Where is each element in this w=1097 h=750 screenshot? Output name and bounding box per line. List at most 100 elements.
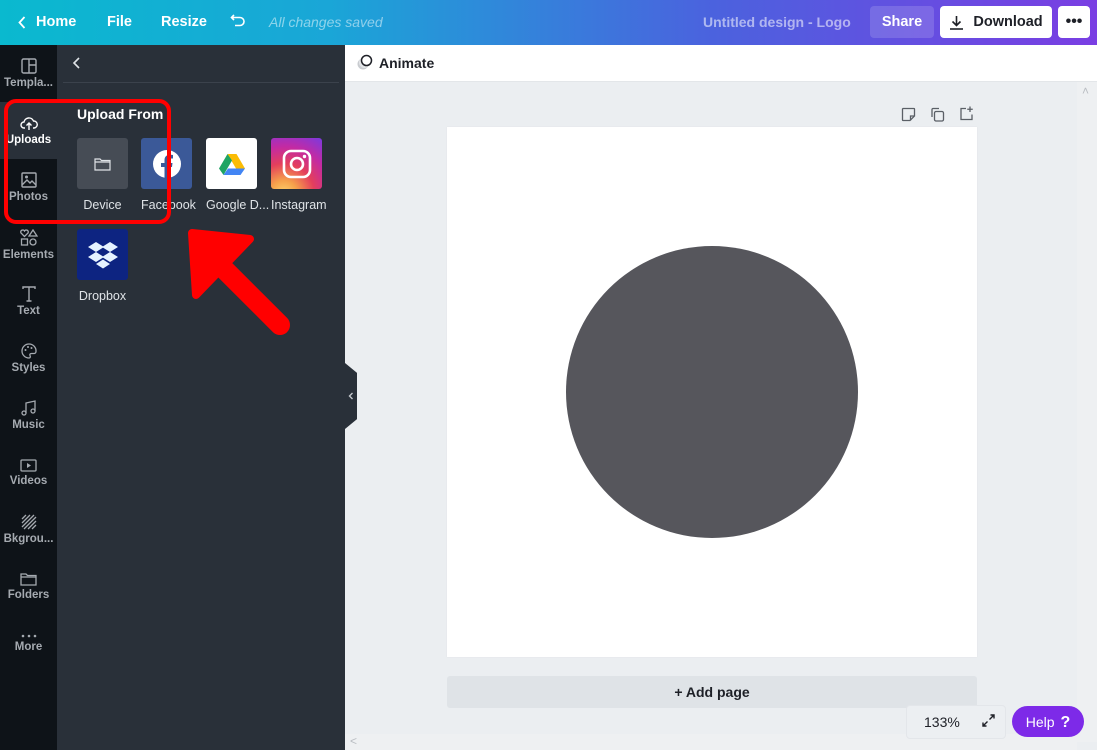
rail-item-photos[interactable]: Photos [0, 159, 57, 216]
rail-label: More [14, 641, 43, 653]
duplicate-page-button[interactable] [930, 107, 946, 123]
image-icon [20, 172, 37, 188]
source-label: Google D... [206, 198, 270, 212]
help-question-icon: ? [1060, 714, 1071, 731]
more-dots-icon [21, 634, 36, 638]
collapse-panel-button[interactable] [345, 363, 357, 429]
circle-shape[interactable] [566, 246, 858, 538]
device-tile [77, 138, 128, 189]
source-label: Facebook [141, 198, 196, 212]
note-icon [901, 107, 916, 122]
add-note-button[interactable] [901, 107, 917, 123]
rail-item-folders[interactable]: Folders [0, 558, 57, 615]
animate-button[interactable]: Animate [356, 54, 434, 71]
scroll-left-icon[interactable]: ˂ [350, 734, 357, 748]
more-options-button[interactable]: ••• [1058, 6, 1090, 38]
rail-label: Templa... [4, 77, 53, 89]
download-button[interactable]: Download [940, 6, 1052, 38]
instagram-tile [271, 138, 322, 189]
video-icon [20, 458, 37, 472]
animate-label: Animate [379, 54, 435, 71]
cloud-upload-icon [19, 116, 38, 130]
folder-icon [20, 573, 37, 586]
rail-label: Music [12, 419, 45, 431]
chevron-left-icon [348, 392, 353, 400]
zoom-control: 133% [906, 705, 1006, 739]
upload-source-instagram[interactable]: Instagram [271, 138, 331, 212]
canva-editor: Home File Resize All changes saved Untit… [0, 0, 1097, 750]
left-rail: Templa... Uploads Photos Elements Text S… [0, 45, 57, 750]
design-page[interactable] [447, 127, 977, 657]
undo-button[interactable] [230, 13, 247, 28]
source-label: Dropbox [78, 289, 127, 303]
help-label: Help [1025, 713, 1055, 730]
rail-label: Text [17, 305, 40, 317]
download-label: Download [973, 14, 1043, 30]
save-status: All changes saved [269, 14, 383, 30]
rail-label: Videos [9, 474, 48, 487]
upload-source-device[interactable]: Device [77, 138, 137, 212]
folder-icon [94, 157, 111, 171]
music-note-icon [20, 400, 36, 416]
rail-label: Styles [11, 362, 46, 374]
rail-label: Elements [2, 248, 55, 261]
rail-item-templates[interactable]: Templa... [0, 45, 57, 102]
upload-source-google-drive[interactable]: Google D... [206, 138, 270, 212]
source-label: Instagram [271, 198, 327, 212]
top-bar: Home File Resize All changes saved Untit… [0, 0, 1097, 45]
context-toolbar: Animate [345, 45, 1097, 82]
text-icon [21, 286, 36, 302]
facebook-tile [141, 138, 192, 189]
rail-item-more[interactable]: More [0, 615, 57, 672]
help-button[interactable]: Help ? [1012, 706, 1084, 737]
rail-label: Photos [9, 191, 48, 203]
chevron-left-icon [72, 57, 80, 69]
instagram-icon [282, 149, 311, 178]
rail-label: Bkgrou... [3, 533, 54, 545]
add-page-button[interactable]: + Add page [447, 676, 977, 708]
rail-item-text[interactable]: Text [0, 273, 57, 330]
upload-source-facebook[interactable]: Facebook [141, 138, 201, 212]
shapes-icon [19, 228, 38, 246]
duplicate-icon [931, 107, 945, 122]
source-label: Device [83, 198, 122, 212]
uploads-panel: Upload From Device Facebook Google D... … [57, 45, 345, 750]
chevron-left-icon [18, 15, 26, 29]
google-drive-icon [218, 153, 245, 175]
home-button[interactable]: Home [18, 14, 76, 30]
rail-item-background[interactable]: Bkgrou... [0, 501, 57, 558]
file-menu-button[interactable]: File [107, 14, 132, 30]
add-page-icon-button[interactable] [959, 106, 975, 122]
rail-item-styles[interactable]: Styles [0, 330, 57, 387]
rail-item-elements[interactable]: Elements [0, 216, 57, 273]
canvas-area: Animate + Add page ˄ ˂ 133% Help ? [345, 45, 1097, 750]
dropbox-icon [87, 241, 118, 268]
rail-label: Uploads [5, 133, 52, 146]
palette-icon [20, 343, 37, 359]
home-label: Home [36, 14, 77, 30]
upload-source-dropbox[interactable]: Dropbox [77, 229, 137, 303]
background-icon [21, 514, 36, 530]
scroll-up-icon[interactable]: ˄ [1082, 84, 1089, 98]
expand-icon [982, 714, 995, 727]
rail-item-music[interactable]: Music [0, 387, 57, 444]
rail-item-uploads[interactable]: Uploads [0, 102, 57, 159]
fullscreen-button[interactable] [982, 714, 995, 730]
add-page-icon [960, 106, 973, 121]
upload-from-heading: Upload From [77, 106, 164, 122]
animate-icon [357, 54, 373, 70]
panel-back-button[interactable] [67, 53, 87, 73]
panel-divider [63, 82, 339, 83]
zoom-level[interactable]: 133% [924, 714, 960, 730]
share-button[interactable]: Share [870, 6, 934, 38]
rail-item-videos[interactable]: Videos [0, 444, 57, 501]
google-drive-tile [206, 138, 257, 189]
rail-label: Folders [7, 589, 50, 601]
facebook-icon [152, 149, 181, 178]
design-title[interactable]: Untitled design - Logo [703, 14, 851, 30]
vertical-scrollbar[interactable]: ˄ [1077, 82, 1097, 742]
undo-icon [230, 14, 245, 27]
download-icon [950, 15, 964, 30]
template-icon [20, 58, 37, 74]
resize-button[interactable]: Resize [161, 14, 207, 30]
